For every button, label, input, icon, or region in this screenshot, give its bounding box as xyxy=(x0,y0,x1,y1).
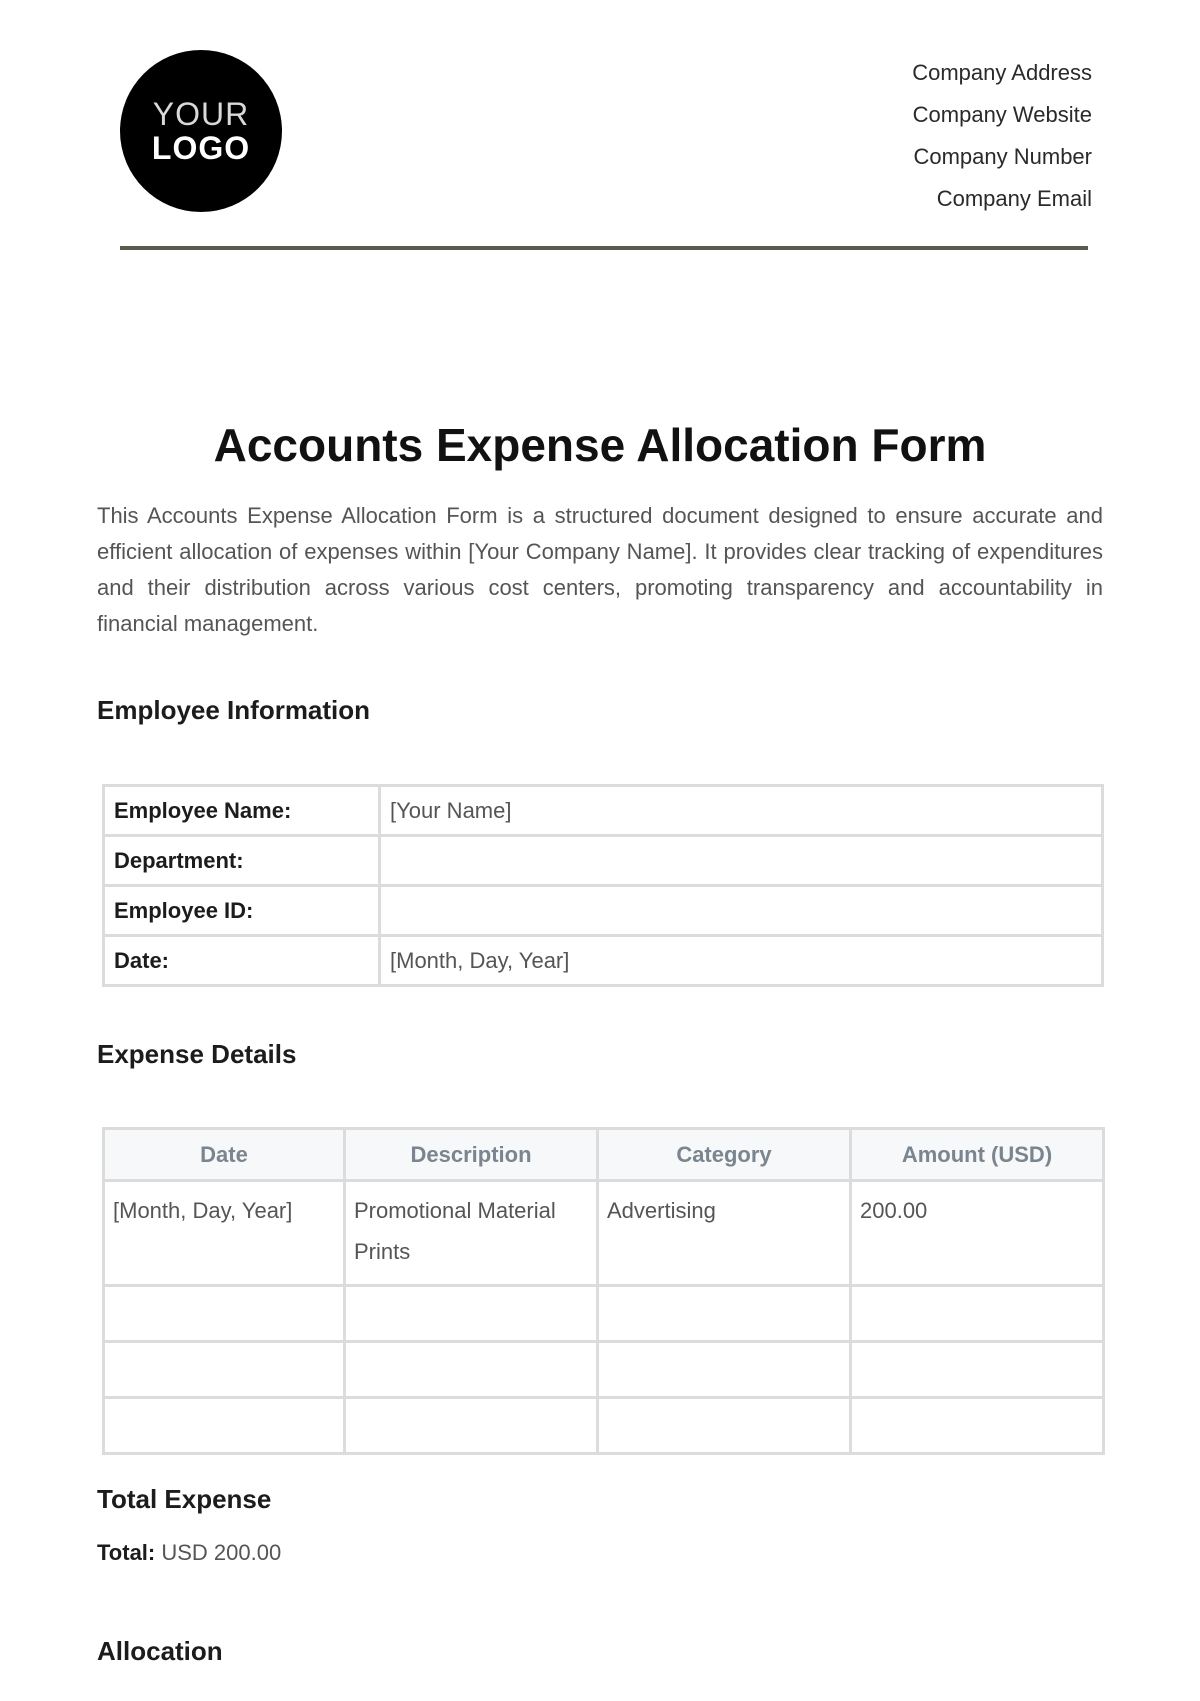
column-header-description: Description xyxy=(343,1127,599,1182)
company-email: Company Email xyxy=(936,186,1092,211)
company-address: Company Address xyxy=(912,60,1092,85)
employee-id-label: Employee ID: xyxy=(102,884,381,937)
column-header-amount: Amount (USD) xyxy=(849,1127,1105,1182)
total-value: USD 200.00 xyxy=(161,1540,282,1565)
table-row: Date: [Month, Day, Year] xyxy=(102,934,1104,987)
column-header-category: Category xyxy=(596,1127,852,1182)
table-row: Employee Name: [Your Name] xyxy=(102,784,1104,837)
expense-details-table: Date Description Category Amount (USD) [… xyxy=(102,1127,1105,1455)
expense-date-cell[interactable] xyxy=(102,1340,346,1399)
expense-date-cell[interactable] xyxy=(102,1396,346,1455)
table-row xyxy=(102,1284,1105,1343)
expense-description-cell[interactable] xyxy=(343,1284,599,1343)
employee-name-label: Employee Name: xyxy=(102,784,381,837)
expense-date-cell[interactable] xyxy=(102,1284,346,1343)
employee-info-heading: Employee Information xyxy=(97,695,371,725)
expense-description-cell[interactable] xyxy=(343,1396,599,1455)
intro-paragraph: This Accounts Expense Allocation Form is… xyxy=(97,503,1103,636)
table-row xyxy=(102,1340,1105,1399)
company-number: Company Number xyxy=(913,144,1092,169)
table-row: Department: xyxy=(102,834,1104,887)
expense-category-cell[interactable]: Advertising xyxy=(596,1179,852,1287)
expense-date-cell[interactable]: [Month, Day, Year] xyxy=(102,1179,346,1287)
logo-line-2: LOGO xyxy=(151,130,251,166)
header-divider xyxy=(120,246,1088,250)
logo-line-1: YOUR xyxy=(152,96,250,132)
date-value[interactable]: [Month, Day, Year] xyxy=(378,934,1104,987)
expense-details-heading: Expense Details xyxy=(97,1039,297,1069)
employee-name-value[interactable]: [Your Name] xyxy=(378,784,1104,837)
department-label: Department: xyxy=(102,834,381,887)
table-row xyxy=(102,1396,1105,1455)
expense-category-cell[interactable] xyxy=(596,1284,852,1343)
table-row: Employee ID: xyxy=(102,884,1104,937)
expense-description-cell[interactable]: Promotional Material Prints xyxy=(343,1179,599,1287)
table-header-row: Date Description Category Amount (USD) xyxy=(102,1127,1105,1182)
total-label: Total: xyxy=(97,1540,156,1565)
allocation-heading: Allocation xyxy=(97,1636,223,1666)
total-expense-heading: Total Expense xyxy=(97,1484,272,1514)
column-header-date: Date xyxy=(102,1127,346,1182)
company-info: Company Address Company Website Company … xyxy=(912,52,1092,220)
expense-category-cell[interactable] xyxy=(596,1340,852,1399)
company-logo: YOUR LOGO xyxy=(120,50,282,212)
company-website: Company Website xyxy=(912,102,1092,127)
department-value[interactable] xyxy=(378,834,1104,887)
employee-id-value[interactable] xyxy=(378,884,1104,937)
expense-category-cell[interactable] xyxy=(596,1396,852,1455)
expense-amount-cell[interactable] xyxy=(849,1340,1105,1399)
expense-description-cell[interactable] xyxy=(343,1340,599,1399)
expense-amount-cell[interactable] xyxy=(849,1396,1105,1455)
table-row: [Month, Day, Year] Promotional Material … xyxy=(102,1179,1105,1287)
date-label: Date: xyxy=(102,934,381,987)
employee-info-table: Employee Name: [Your Name] Department: E… xyxy=(102,784,1104,987)
expense-amount-cell[interactable]: 200.00 xyxy=(849,1179,1105,1287)
page-title: Accounts Expense Allocation Form xyxy=(213,419,987,471)
total-line: Total: USD 200.00 xyxy=(97,1540,281,1566)
expense-amount-cell[interactable] xyxy=(849,1284,1105,1343)
